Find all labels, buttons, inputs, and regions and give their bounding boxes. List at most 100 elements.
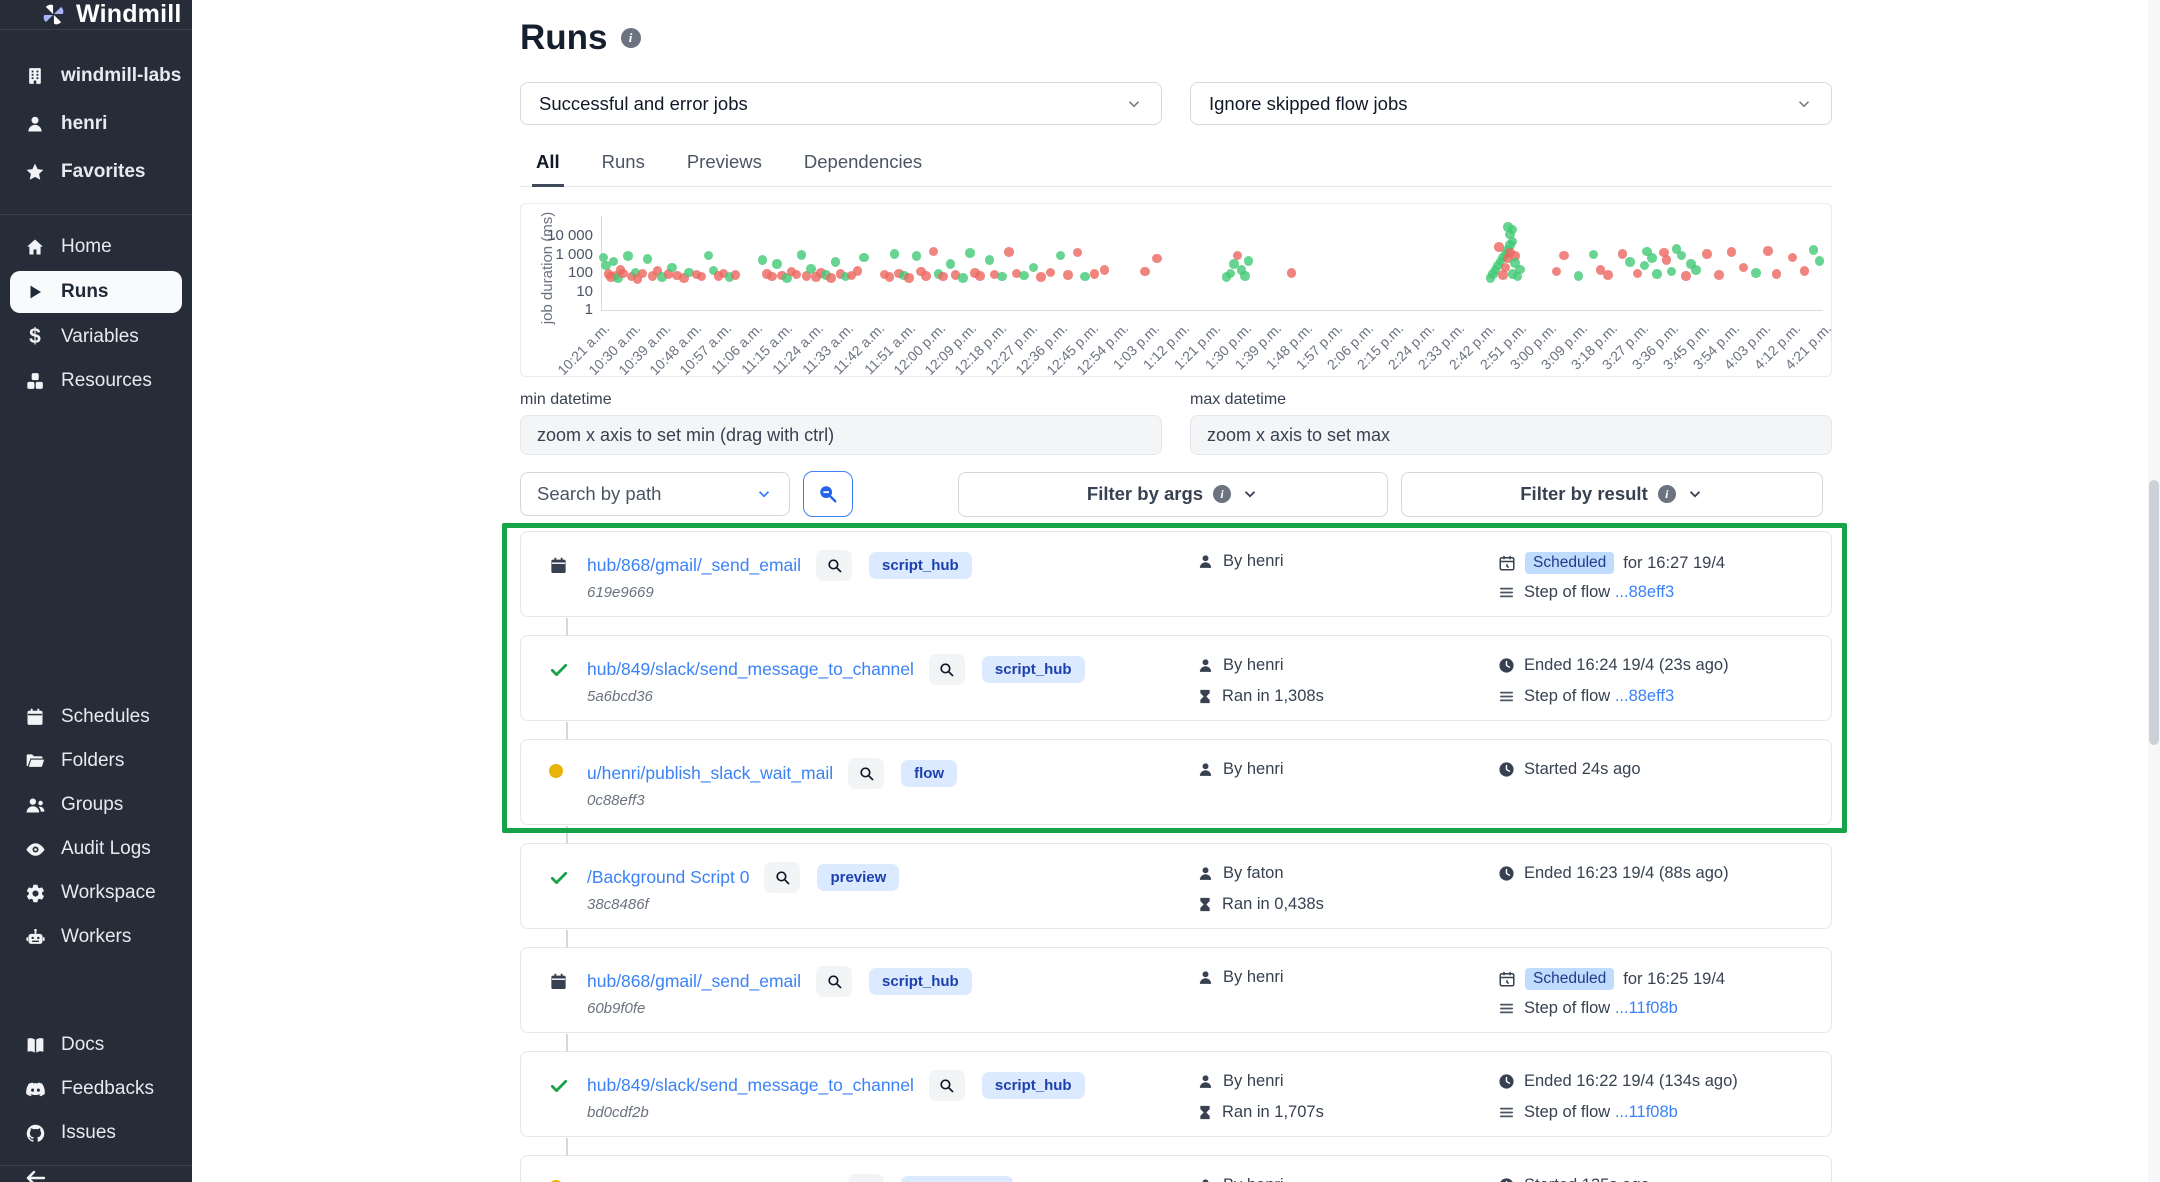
chart-point-failure[interactable]	[1681, 271, 1691, 281]
chart-point-failure[interactable]	[929, 247, 939, 257]
chart-point-success[interactable]	[1751, 268, 1761, 278]
chart-point-failure[interactable]	[1662, 255, 1672, 265]
chart-point-success[interactable]	[1667, 267, 1677, 277]
run-path-link[interactable]: /Background Script 0	[587, 867, 749, 888]
chart-point-failure[interactable]	[853, 266, 863, 276]
sidebar-item-workspace[interactable]: Workspace	[0, 871, 192, 915]
chart-point-success[interactable]	[1625, 257, 1635, 267]
chart-point-failure[interactable]	[1788, 253, 1798, 263]
chart-point-success[interactable]	[758, 255, 768, 265]
min-datetime-input[interactable]	[520, 415, 1162, 455]
sidebar-item-variables[interactable]: $Variables	[0, 315, 192, 359]
chart-point-failure[interactable]	[1090, 269, 1100, 279]
chart-point-success[interactable]	[1640, 261, 1650, 271]
sidebar-item-workers[interactable]: Workers	[0, 915, 192, 959]
chart-point-failure[interactable]	[638, 269, 648, 279]
chart-point-success[interactable]	[704, 251, 714, 261]
run-row[interactable]: /Background Script 0preview38c8486fBy fa…	[520, 843, 1832, 929]
app-brand[interactable]: Windmill	[0, 0, 192, 30]
chart-point-failure[interactable]	[792, 270, 802, 280]
sidebar-item-windmill-labs[interactable]: windmill-labs	[0, 52, 192, 100]
chart-point-failure[interactable]	[1140, 267, 1150, 277]
run-row[interactable]: u/henri/publish_slack_wait_mailflow0c88e…	[520, 739, 1832, 825]
chart-point-success[interactable]	[1244, 256, 1254, 266]
scrollbar-thumb[interactable]	[2149, 480, 2159, 745]
chart-point-success[interactable]	[1226, 269, 1236, 279]
chart-point-failure[interactable]	[904, 273, 914, 283]
sidebar-item-feedbacks[interactable]: Feedbacks	[0, 1067, 192, 1111]
chart-point-failure[interactable]	[1287, 268, 1297, 278]
chart-point-failure[interactable]	[1559, 251, 1569, 261]
chart-point-success[interactable]	[609, 257, 619, 267]
collapse-sidebar-button[interactable]	[0, 1165, 192, 1182]
inspect-run-button[interactable]	[848, 758, 884, 789]
chart-point-success[interactable]	[958, 273, 968, 283]
chart-point-failure[interactable]	[1714, 270, 1724, 280]
chart-point-failure[interactable]	[731, 270, 741, 280]
chart-point-success[interactable]	[1589, 250, 1599, 260]
run-row[interactable]: hub/868/gmail/_send_emailscript_hub619e9…	[520, 531, 1832, 617]
run-path-link[interactable]: hub/849/slack/send_message_to_channel	[587, 1075, 914, 1096]
search-by-path-select[interactable]: Search by path	[520, 472, 790, 516]
chart-point-failure[interactable]	[975, 271, 985, 281]
chart-point-failure[interactable]	[1004, 247, 1014, 257]
chart-point-success[interactable]	[1652, 269, 1662, 279]
inspect-run-button[interactable]	[764, 862, 800, 893]
sidebar-item-favorites[interactable]: Favorites	[0, 148, 192, 196]
chart-point-success[interactable]	[1080, 272, 1090, 282]
chart-point-failure[interactable]	[885, 272, 895, 282]
inspect-run-button[interactable]	[848, 1174, 884, 1182]
chart-point-success[interactable]	[1056, 251, 1066, 261]
chart-point-success[interactable]	[643, 254, 653, 264]
sidebar-item-runs[interactable]: Runs	[10, 271, 182, 313]
chart-point-success[interactable]	[1029, 263, 1039, 273]
chart-point-success[interactable]	[1503, 222, 1513, 232]
run-row[interactable]: u/henri/publish_slack_wait_mailflowprevi…	[520, 1155, 1832, 1182]
flow-link[interactable]: ...88eff3	[1615, 687, 1674, 705]
chart-point-success[interactable]	[623, 251, 633, 261]
sidebar-item-issues[interactable]: Issues	[0, 1111, 192, 1155]
chart-point-success[interactable]	[1647, 253, 1657, 263]
sidebar-item-audit-logs[interactable]: Audit Logs	[0, 827, 192, 871]
chart-point-success[interactable]	[859, 253, 869, 263]
sidebar-item-schedules[interactable]: Schedules	[0, 695, 192, 739]
chart-point-failure[interactable]	[1063, 270, 1073, 280]
inspect-run-button[interactable]	[929, 654, 965, 685]
run-path-link[interactable]: hub/868/gmail/_send_email	[587, 555, 801, 576]
chart-point-success[interactable]	[1240, 271, 1250, 281]
chart-point-success[interactable]	[1019, 271, 1029, 281]
run-path-link[interactable]: hub/868/gmail/_send_email	[587, 971, 801, 992]
chart-point-success[interactable]	[1691, 265, 1701, 275]
inspect-run-button[interactable]	[816, 550, 852, 581]
chart-point-failure[interactable]	[921, 271, 931, 281]
chart-point-failure[interactable]	[1702, 249, 1712, 259]
page-scrollbar[interactable]	[2148, 0, 2160, 1182]
job-status-filter-select[interactable]: Successful and error jobs	[520, 82, 1162, 125]
chart-point-failure[interactable]	[1046, 268, 1056, 278]
flow-link[interactable]: ...11f08b	[1615, 999, 1678, 1017]
chart-point-failure[interactable]	[1233, 251, 1243, 261]
chart-point-success[interactable]	[797, 250, 807, 260]
run-row[interactable]: hub/849/slack/send_message_to_channelscr…	[520, 635, 1832, 721]
filter-by-result-button[interactable]: Filter by result i	[1401, 472, 1823, 517]
inspect-run-button[interactable]	[816, 966, 852, 997]
chart-point-success[interactable]	[1574, 271, 1584, 281]
chart-point-failure[interactable]	[1036, 272, 1046, 282]
chart-point-success[interactable]	[1677, 251, 1687, 261]
sidebar-item-docs[interactable]: Docs	[0, 1023, 192, 1067]
run-path-link[interactable]: u/henri/publish_slack_wait_mail	[587, 763, 833, 784]
chart-point-success[interactable]	[965, 248, 975, 258]
chart-point-success[interactable]	[1809, 245, 1819, 255]
tab-previews[interactable]: Previews	[687, 151, 762, 186]
chart-point-failure[interactable]	[1603, 270, 1613, 280]
tab-runs[interactable]: Runs	[602, 151, 645, 186]
chart-point-failure[interactable]	[767, 272, 777, 282]
chart-point-failure[interactable]	[1073, 248, 1083, 258]
chart-point-failure[interactable]	[1552, 267, 1562, 277]
chart-point-success[interactable]	[912, 251, 922, 261]
chart-point-failure[interactable]	[1772, 269, 1782, 279]
run-row[interactable]: hub/849/slack/send_message_to_channelscr…	[520, 1051, 1832, 1137]
chart-point-failure[interactable]	[1152, 254, 1162, 264]
chart-point-failure[interactable]	[1739, 263, 1749, 273]
sidebar-item-folders[interactable]: Folders	[0, 739, 192, 783]
